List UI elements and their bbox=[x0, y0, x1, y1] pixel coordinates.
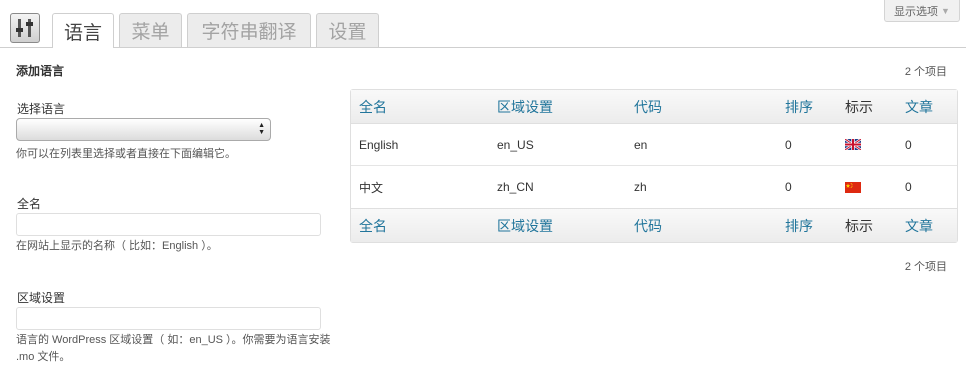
table-row: 中文 zh_CN zh 0 0 bbox=[351, 166, 957, 208]
tabs-divider bbox=[0, 47, 966, 48]
languages-table: 全名 区域设置 代码 排序 标示 文章 English en_US en 0 0… bbox=[350, 89, 958, 243]
full-name-label: 全名 bbox=[17, 197, 42, 211]
china-flag-icon bbox=[845, 166, 861, 208]
screen-options-button[interactable]: 显示选项 ▼ bbox=[884, 0, 960, 22]
column-header-order[interactable]: 排序 bbox=[785, 90, 813, 123]
language-code: en bbox=[634, 137, 648, 152]
language-posts[interactable]: 0 bbox=[905, 166, 912, 208]
locale-label: 区域设置 bbox=[17, 291, 66, 305]
tab-languages[interactable]: 语言 bbox=[52, 13, 114, 48]
language-locale: en_US bbox=[497, 137, 534, 152]
column-footer-order[interactable]: 排序 bbox=[785, 209, 813, 242]
select-arrows-icon: ▲ ▼ bbox=[258, 122, 265, 136]
full-name-help: 在网站上显示的名称（ 比如：English ）。 bbox=[16, 240, 218, 252]
column-footer-flag: 标示 bbox=[845, 218, 873, 235]
language-code: zh bbox=[634, 180, 647, 194]
uk-flag-icon bbox=[845, 124, 861, 165]
column-header-code[interactable]: 代码 bbox=[634, 90, 662, 123]
full-name-input[interactable] bbox=[16, 213, 321, 236]
language-select[interactable]: ▲ ▼ bbox=[16, 118, 271, 141]
tab-string-translations[interactable]: 字符串翻译 bbox=[187, 13, 311, 47]
column-footer-name[interactable]: 全名 bbox=[359, 209, 387, 242]
language-posts[interactable]: 0 bbox=[905, 124, 912, 165]
table-header-row: 全名 区域设置 代码 排序 标示 文章 bbox=[351, 90, 957, 124]
sliders-icon bbox=[10, 13, 40, 43]
locale-input[interactable] bbox=[16, 307, 321, 330]
choose-language-label: 选择语言 bbox=[17, 102, 66, 116]
screen-options-label: 显示选项 bbox=[894, 5, 939, 18]
add-language-title: 添加语言 bbox=[16, 64, 65, 78]
language-name-link[interactable]: English bbox=[359, 124, 398, 165]
column-header-flag: 标示 bbox=[845, 99, 873, 116]
tab-menus[interactable]: 菜单 bbox=[119, 13, 182, 47]
tab-settings[interactable]: 设置 bbox=[316, 13, 379, 47]
column-footer-code[interactable]: 代码 bbox=[634, 209, 662, 242]
choose-language-help: 你可以在列表里选择或者直接在下面编辑它。 bbox=[16, 148, 236, 160]
locale-help: 语言的 WordPress 区域设置（ 如：en_US ）。你需要为语言安装 .… bbox=[16, 334, 331, 363]
column-header-name[interactable]: 全名 bbox=[359, 90, 387, 123]
column-header-posts[interactable]: 文章 bbox=[905, 90, 933, 123]
table-row: English en_US en 0 0 bbox=[351, 124, 957, 166]
column-header-locale[interactable]: 区域设置 bbox=[497, 90, 553, 123]
language-name-link[interactable]: 中文 bbox=[359, 166, 383, 208]
triangle-down-icon: ▼ bbox=[941, 5, 950, 16]
column-footer-posts[interactable]: 文章 bbox=[905, 209, 933, 242]
item-count-bottom: 2 个项目 bbox=[904, 261, 947, 273]
language-order: 0 bbox=[785, 180, 792, 194]
column-footer-locale[interactable]: 区域设置 bbox=[497, 209, 553, 242]
language-locale: zh_CN bbox=[497, 180, 534, 194]
table-footer-row: 全名 区域设置 代码 排序 标示 文章 bbox=[351, 208, 957, 242]
item-count-top: 2 个项目 bbox=[904, 66, 947, 78]
language-order: 0 bbox=[785, 137, 792, 152]
